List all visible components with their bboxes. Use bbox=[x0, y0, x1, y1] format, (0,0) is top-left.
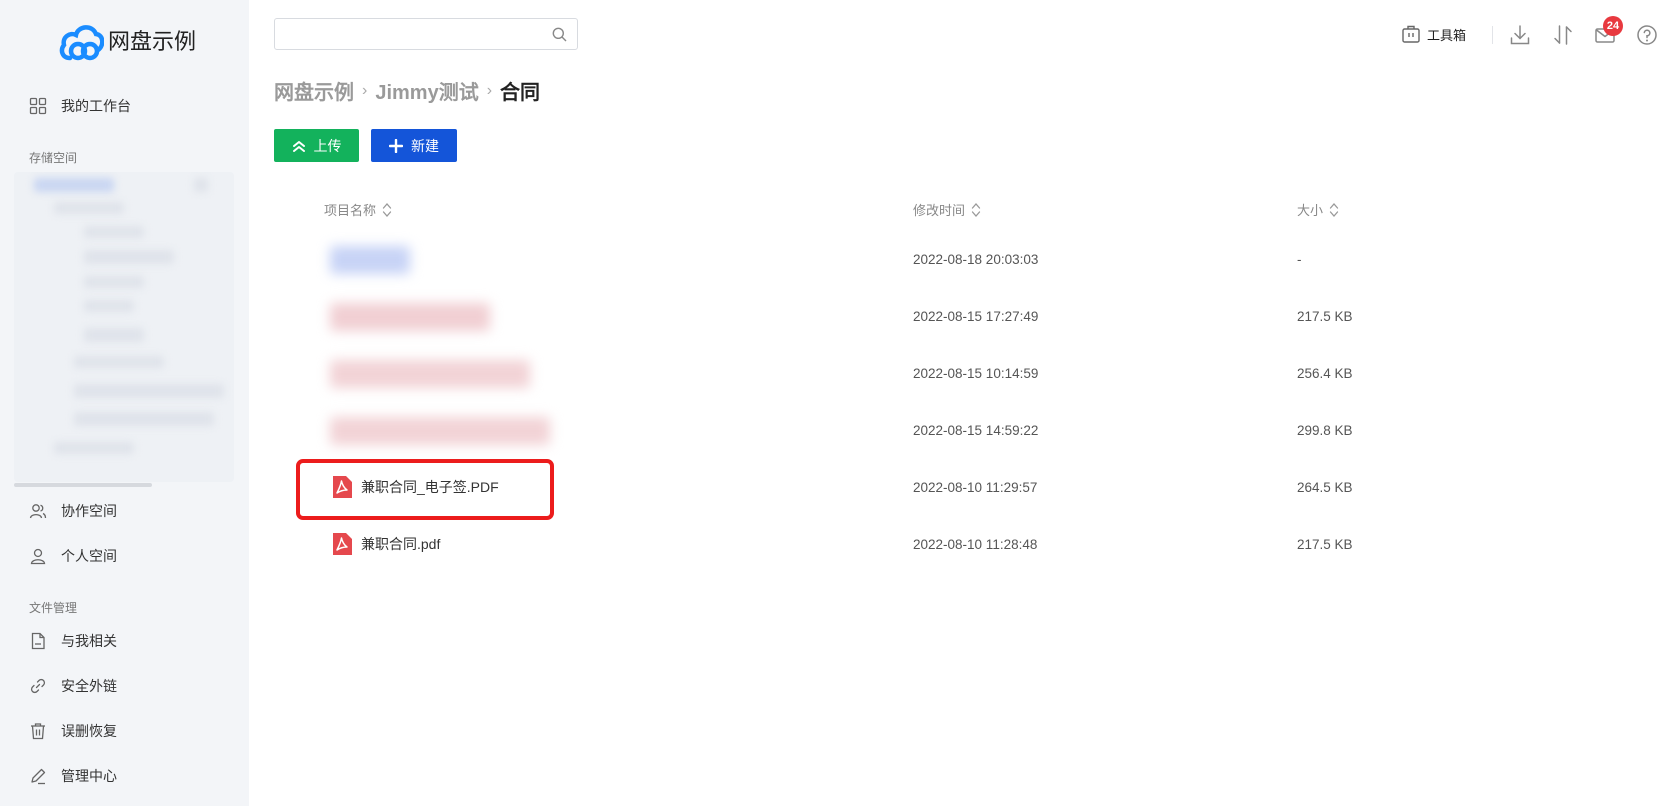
table-row[interactable]: 2022-08-15 14:59:22 299.8 KB bbox=[300, 411, 1620, 455]
breadcrumb-separator: › bbox=[362, 81, 368, 99]
upload-label: 上传 bbox=[313, 138, 342, 155]
file-section-title: 文件管理 bbox=[29, 601, 78, 615]
row-size: - bbox=[1297, 252, 1302, 267]
search-input[interactable] bbox=[283, 19, 547, 49]
breadcrumb-separator: › bbox=[486, 81, 493, 99]
row-size: 299.8 KB bbox=[1297, 423, 1353, 438]
mail-badge: 24 bbox=[1603, 16, 1623, 36]
help-icon[interactable] bbox=[1636, 24, 1658, 46]
cloud-logo-icon bbox=[59, 25, 104, 61]
trash-icon bbox=[31, 723, 45, 740]
storage-tree-blurred[interactable] bbox=[14, 172, 234, 482]
sidebar-item-collab[interactable]: 协作空间 bbox=[29, 497, 117, 525]
file-name-label: 兼职合同.pdf bbox=[361, 536, 441, 552]
row-size: 217.5 KB bbox=[1297, 309, 1353, 324]
sidebar-item-label: 与我相关 bbox=[61, 634, 117, 650]
row-modified: 2022-08-15 14:59:22 bbox=[913, 423, 1039, 438]
column-header-label: 项目名称 bbox=[324, 204, 377, 219]
new-button[interactable]: 新建 bbox=[371, 129, 457, 162]
storage-section-title: 存储空间 bbox=[29, 151, 78, 165]
download-icon[interactable] bbox=[1509, 24, 1531, 46]
sidebar-item-label: 个人空间 bbox=[61, 549, 117, 565]
sidebar-item-label: 误删恢复 bbox=[61, 724, 117, 740]
document-icon bbox=[31, 632, 45, 650]
search-box[interactable] bbox=[274, 18, 578, 50]
sidebar-item-label: 协作空间 bbox=[61, 504, 117, 520]
toolbox-button[interactable]: 工具箱 bbox=[1401, 24, 1466, 44]
column-header-size[interactable]: 大小 bbox=[1297, 200, 1339, 219]
search-icon[interactable] bbox=[552, 27, 567, 42]
sidebar-item-label: 我的工作台 bbox=[61, 99, 131, 115]
sort-icon bbox=[971, 202, 981, 217]
sidebar: 网盘示例 我的工作台 存储空间 协作空间 个人空间 文件管理 与我相关 安全外链 bbox=[0, 0, 249, 806]
row-size: 217.5 KB bbox=[1297, 537, 1353, 552]
folder-name-blurred bbox=[330, 246, 410, 274]
grid-icon bbox=[29, 97, 47, 115]
sidebar-item-admin[interactable]: 管理中心 bbox=[29, 762, 117, 790]
row-modified: 2022-08-18 20:03:03 bbox=[913, 252, 1039, 267]
sidebar-item-label: 安全外链 bbox=[61, 679, 117, 695]
row-modified: 2022-08-10 11:29:57 bbox=[913, 480, 1038, 495]
users-icon bbox=[29, 504, 47, 519]
row-modified: 2022-08-15 17:27:49 bbox=[913, 309, 1039, 324]
tree-scrollbar[interactable] bbox=[14, 483, 152, 487]
upload-button[interactable]: 上传 bbox=[274, 129, 359, 162]
breadcrumb-root[interactable]: 网盘示例 bbox=[274, 76, 354, 105]
new-label: 新建 bbox=[411, 138, 439, 155]
highlight-annotation-box bbox=[296, 459, 554, 520]
sidebar-item-personal[interactable]: 个人空间 bbox=[29, 542, 117, 570]
breadcrumb: 网盘示例 › Jimmy测试 › 合同 bbox=[274, 76, 540, 105]
breadcrumb-folder[interactable]: Jimmy测试 bbox=[375, 76, 478, 105]
file-name[interactable]: 兼职合同.pdf bbox=[332, 533, 440, 555]
transfer-icon[interactable] bbox=[1552, 24, 1574, 46]
double-chevron-up-icon bbox=[292, 140, 305, 152]
sidebar-item-label: 管理中心 bbox=[61, 769, 117, 785]
breadcrumb-current: 合同 bbox=[500, 82, 541, 104]
column-header-name[interactable]: 项目名称 bbox=[324, 200, 392, 219]
sidebar-item-recycle[interactable]: 误删恢复 bbox=[29, 717, 117, 745]
row-modified: 2022-08-15 10:14:59 bbox=[913, 366, 1039, 381]
link-icon bbox=[30, 678, 46, 694]
toolbar-divider bbox=[1492, 26, 1493, 44]
app-logo[interactable]: 网盘示例 bbox=[58, 18, 196, 62]
row-modified: 2022-08-10 11:28:48 bbox=[913, 537, 1038, 552]
row-size: 264.5 KB bbox=[1297, 480, 1353, 495]
user-icon bbox=[30, 548, 46, 565]
sort-icon bbox=[1329, 202, 1339, 217]
file-name-blurred bbox=[330, 360, 530, 388]
plus-icon bbox=[389, 138, 403, 153]
table-row[interactable]: 2022-08-18 20:03:03 - bbox=[300, 240, 1620, 284]
edit-pen-icon bbox=[31, 768, 46, 785]
sidebar-item-links[interactable]: 安全外链 bbox=[29, 672, 117, 700]
sort-icon bbox=[382, 202, 392, 217]
column-header-label: 修改时间 bbox=[913, 204, 966, 219]
app-title: 网盘示例 bbox=[108, 30, 197, 55]
column-header-label: 大小 bbox=[1297, 204, 1324, 219]
sidebar-item-related[interactable]: 与我相关 bbox=[29, 627, 117, 655]
row-size: 256.4 KB bbox=[1297, 366, 1353, 381]
file-name-blurred bbox=[330, 303, 490, 331]
sidebar-item-workbench[interactable]: 我的工作台 bbox=[29, 92, 131, 120]
column-header-modified[interactable]: 修改时间 bbox=[913, 200, 981, 219]
toolbox-icon bbox=[1402, 25, 1420, 43]
file-name-blurred bbox=[330, 417, 550, 445]
toolbox-label: 工具箱 bbox=[1427, 28, 1467, 44]
table-row[interactable]: 2022-08-15 10:14:59 256.4 KB bbox=[300, 354, 1620, 398]
pdf-icon bbox=[333, 533, 352, 555]
table-row[interactable]: 2022-08-15 17:27:49 217.5 KB bbox=[300, 297, 1620, 341]
table-row[interactable]: 兼职合同.pdf 2022-08-10 11:28:48 217.5 KB bbox=[300, 525, 1620, 569]
